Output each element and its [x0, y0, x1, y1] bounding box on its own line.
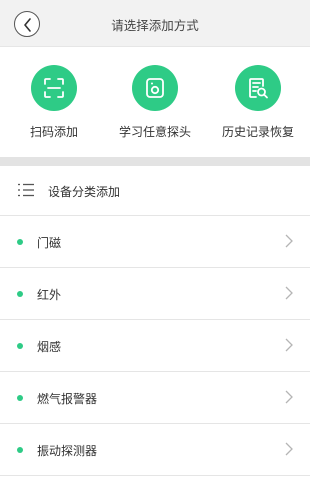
category-label: 红外 — [37, 288, 62, 302]
category-item-gas-alarm[interactable]: 燃气报警器 — [0, 372, 310, 424]
learn-probe-icon — [132, 65, 178, 111]
chevron-right-icon — [285, 286, 293, 300]
category-item-smoke-detector[interactable]: 烟感 — [0, 320, 310, 372]
category-label: 烟感 — [37, 340, 62, 354]
learn-probe-option[interactable]: 学习任意探头 — [104, 65, 204, 150]
status-dot — [17, 343, 23, 349]
category-label: 振动探测器 — [37, 444, 98, 458]
chevron-right-icon — [285, 338, 293, 352]
history-restore-icon — [235, 65, 281, 111]
history-restore-option[interactable]: 历史记录恢复 — [207, 65, 307, 150]
category-item-infrared[interactable]: 红外 — [0, 268, 310, 320]
scan-icon — [31, 65, 77, 111]
list-icon — [18, 183, 34, 197]
chevron-right-icon — [285, 390, 293, 404]
status-dot — [17, 239, 23, 245]
category-label: 门磁 — [37, 236, 62, 250]
category-section-label: 设备分类添加 — [48, 185, 121, 199]
category-label: 燃气报警器 — [37, 392, 98, 406]
page-title: 请选择添加方式 — [111, 18, 199, 33]
section-divider — [0, 157, 310, 166]
add-method-options: 扫码添加 学习任意探头 历史记录恢复 — [0, 47, 310, 157]
history-restore-label: 历史记录恢复 — [221, 125, 294, 139]
category-list: 门磁 红外 烟感 燃气报警器 振动探测器 — [0, 216, 310, 476]
category-item-vibration-detector[interactable]: 振动探测器 — [0, 424, 310, 476]
header-bar: 请选择添加方式 — [0, 0, 310, 47]
chevron-right-icon — [285, 234, 293, 248]
chevron-right-icon — [285, 442, 293, 456]
status-dot — [17, 447, 23, 453]
category-item-door-sensor[interactable]: 门磁 — [0, 216, 310, 268]
scan-add-option[interactable]: 扫码添加 — [3, 65, 103, 150]
status-dot — [17, 291, 23, 297]
status-dot — [17, 395, 23, 401]
category-section-header: 设备分类添加 — [0, 166, 310, 216]
